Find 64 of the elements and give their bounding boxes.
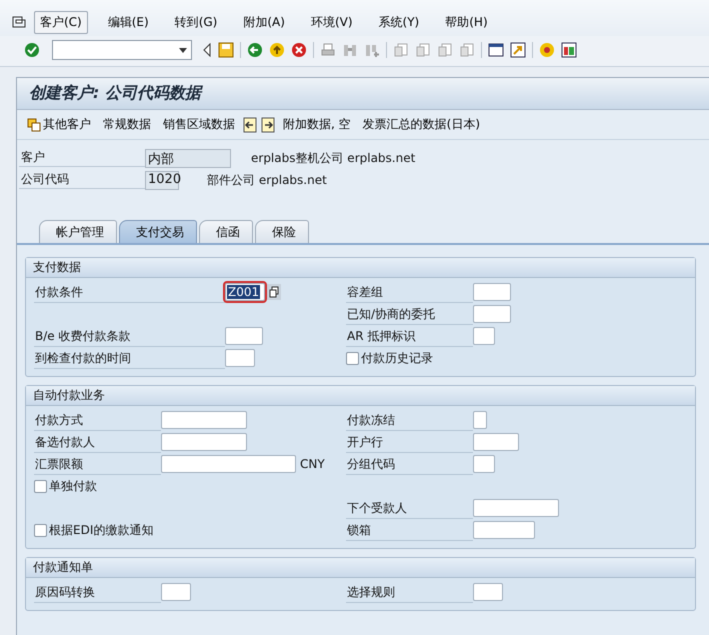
input-field[interactable]: Z001: [225, 283, 265, 301]
tab[interactable]: 信函: [199, 220, 253, 243]
input-field[interactable]: [473, 283, 511, 301]
group-title: 付款通知单: [26, 558, 695, 578]
menu-icon[interactable]: [12, 16, 26, 28]
field-description: erplabs整机公司 erplabs.net: [251, 150, 416, 166]
input-field[interactable]: [161, 455, 296, 473]
input-field[interactable]: [473, 521, 535, 539]
field-label: 到检查付款的时间: [34, 348, 225, 368]
toolbar-button[interactable]: 附加数据, 空: [283, 116, 351, 133]
menu-item[interactable]: 编辑(E): [102, 10, 155, 34]
input-field[interactable]: [225, 327, 263, 345]
stacked-windows-icon: [27, 118, 41, 132]
menu-item[interactable]: 客户(C): [34, 10, 88, 34]
input-field[interactable]: [473, 411, 487, 429]
display-field: 内部: [145, 148, 231, 168]
help-icon[interactable]: [539, 42, 555, 58]
input-field[interactable]: [473, 327, 495, 345]
input-field[interactable]: [161, 583, 191, 601]
menu-item[interactable]: 附加(A): [237, 10, 291, 34]
back-circle-icon[interactable]: [247, 42, 263, 58]
menu-item[interactable]: 转到(G): [168, 10, 224, 34]
checkbox[interactable]: [34, 524, 47, 536]
back-icon[interactable]: [202, 43, 212, 57]
group-title: 自动付款业务: [26, 386, 695, 406]
cancel-icon[interactable]: [291, 42, 307, 58]
toolbar-button[interactable]: 销售区域数据: [163, 116, 235, 133]
exit-icon[interactable]: [269, 42, 285, 58]
tab[interactable]: 支付交易: [119, 220, 197, 243]
command-field[interactable]: [52, 40, 192, 60]
menu-item[interactable]: 帮助(H): [439, 10, 494, 34]
menu-item[interactable]: 系统(Y): [372, 10, 426, 34]
window-icon[interactable]: [488, 42, 504, 58]
screen-title: 创建客户: 公司代码数据: [17, 78, 709, 110]
input-field[interactable]: [161, 411, 247, 429]
field-description: 部件公司 erplabs.net: [207, 172, 327, 188]
currency-label: CNY: [300, 457, 325, 471]
tab[interactable]: 保险: [255, 220, 309, 243]
checkbox-label: 付款历史记录: [361, 350, 433, 366]
input-field[interactable]: [473, 305, 511, 323]
input-field[interactable]: [225, 349, 255, 367]
checkbox[interactable]: [346, 352, 359, 364]
checkbox-label: 单独付款: [49, 478, 97, 494]
input-field[interactable]: [473, 455, 495, 473]
toolbar-button[interactable]: 发票汇总的数据(日本): [362, 116, 480, 133]
checkbox-label: 根据EDI的缴款通知: [49, 522, 154, 538]
save-icon[interactable]: [218, 42, 234, 58]
tab[interactable]: 帐户管理: [39, 220, 117, 243]
value-help-icon[interactable]: [267, 284, 281, 300]
input-field[interactable]: [473, 499, 559, 517]
print-icon[interactable]: [320, 42, 336, 58]
field-label: B/e 收费付款条款: [34, 326, 225, 346]
input-field[interactable]: [161, 433, 247, 451]
enter-icon[interactable]: [24, 42, 40, 58]
input-field[interactable]: [473, 433, 519, 451]
menu-item[interactable]: 环境(V): [304, 10, 359, 34]
shortcut-icon[interactable]: [510, 42, 526, 58]
other-customer-button[interactable]: 其他客户: [27, 116, 91, 133]
group-title: 支付数据: [26, 258, 695, 278]
layout-icon[interactable]: [561, 42, 577, 58]
checkbox[interactable]: [34, 480, 47, 492]
display-field: 1020: [145, 170, 179, 190]
input-field[interactable]: [473, 583, 503, 601]
toolbar-button[interactable]: 常规数据: [103, 116, 151, 133]
